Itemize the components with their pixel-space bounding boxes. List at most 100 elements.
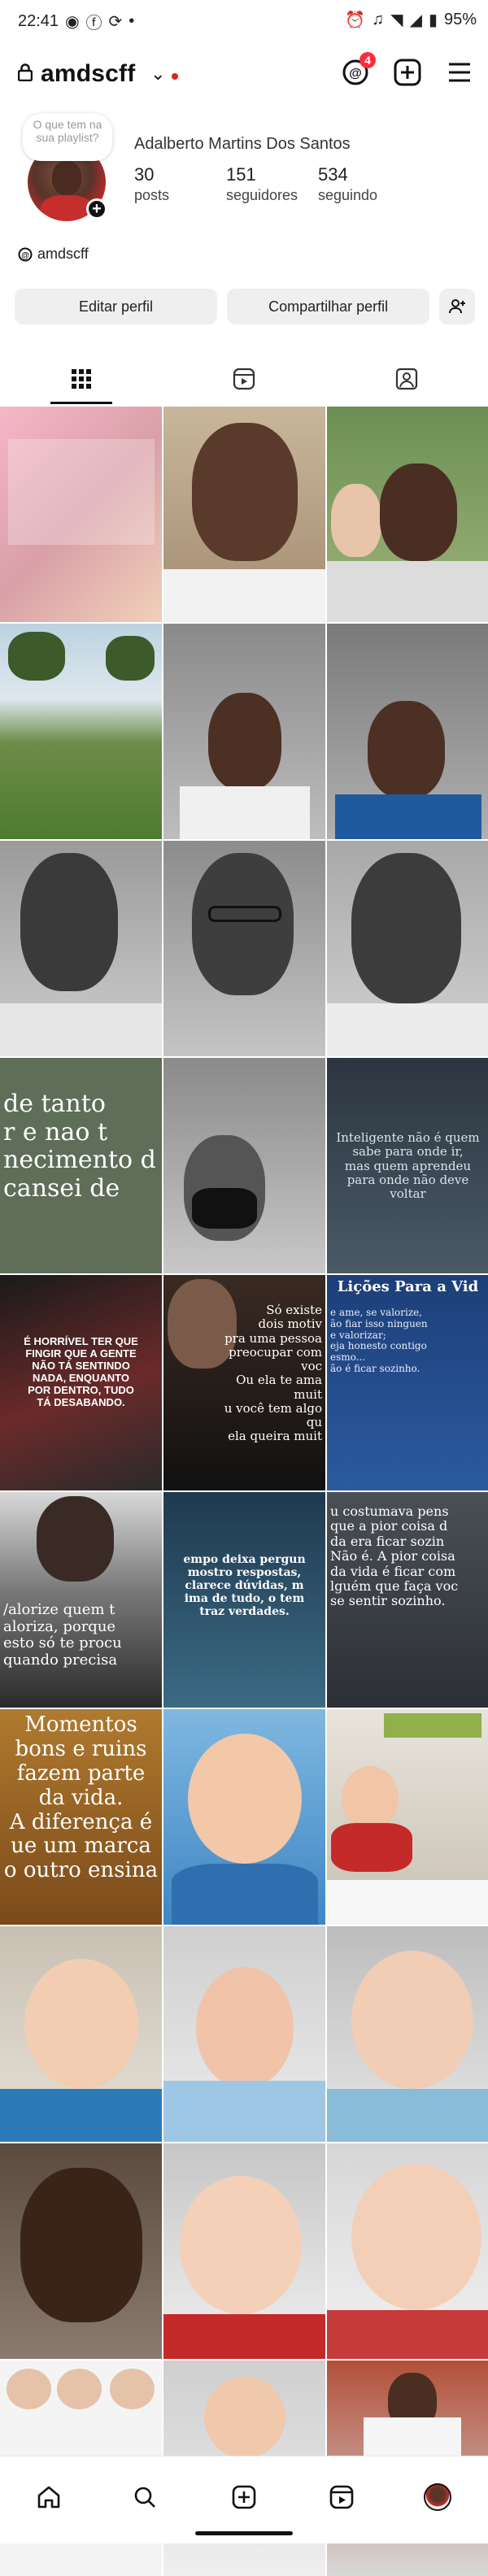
- post-thumbnail[interactable]: [0, 2143, 162, 2359]
- post-text: eja honesto contigo: [330, 1340, 427, 1352]
- stat-posts[interactable]: 30 posts: [134, 164, 226, 204]
- post-text: dois motiv: [258, 1316, 322, 1332]
- post-thumbnail[interactable]: [163, 1058, 325, 1273]
- post-thumbnail[interactable]: Lições Para a Vid e ame, se valorize, ão…: [327, 1275, 488, 1490]
- post-thumbnail[interactable]: É HORRÍVEL TER QUE FINGIR QUE A GENTE NÃ…: [0, 1275, 162, 1490]
- post-text: Ou ela te ama muit: [236, 1373, 322, 1402]
- unread-dot: [172, 73, 178, 80]
- post-thumbnail[interactable]: /alorize quem t aloriza, porque esto só …: [0, 1492, 162, 1708]
- post-text: necimento d: [3, 1146, 156, 1174]
- nav-profile[interactable]: [421, 2481, 454, 2513]
- post-text: da vida.: [38, 1785, 124, 1810]
- post-text: empo deixa pergun: [183, 1553, 306, 1566]
- post-text: mas quem aprendeu: [344, 1158, 472, 1173]
- post-text: preocupar com voc: [229, 1344, 322, 1373]
- post-thumbnail[interactable]: [327, 2143, 488, 2359]
- post-thumbnail[interactable]: [163, 1709, 325, 1925]
- post-text: Inteligente não é quem: [336, 1130, 480, 1145]
- full-name: Adalberto Martins Dos Santos: [134, 135, 351, 153]
- post-text: se sentir sozinho.: [330, 1593, 446, 1609]
- post-text: NÃO TÁ SENTINDO: [32, 1359, 130, 1372]
- post-thumbnail[interactable]: Momentos bons e ruins fazem parte da vid…: [0, 1709, 162, 1925]
- notification-dot-icon: •: [129, 12, 135, 30]
- post-text: u costumava pens: [330, 1503, 449, 1519]
- post-text: É HORRÍVEL TER QUE: [24, 1335, 138, 1347]
- profile-tabs: [0, 354, 488, 404]
- post-thumbnail[interactable]: Só existe dois motiv pra uma pessoa preo…: [163, 1275, 325, 1490]
- status-bar: 22:41 ◉ ⓕ ⟳ • ⏰ ♫ ◥ ◢ ▮ 95%: [0, 0, 488, 41]
- reels-icon: [329, 2485, 354, 2509]
- post-text: u você tem algo qu: [224, 1400, 322, 1429]
- post-text: Momentos: [24, 1712, 137, 1737]
- post-text: r e nao t: [3, 1117, 108, 1147]
- stat-followers[interactable]: 151 seguidores: [226, 164, 318, 204]
- post-text: ue um marca: [11, 1834, 151, 1859]
- post-thumbnail[interactable]: [327, 624, 488, 839]
- post-text: esmo...: [330, 1351, 366, 1364]
- post-thumbnail[interactable]: [163, 1926, 325, 2142]
- lock-icon: [18, 63, 33, 81]
- add-story-button[interactable]: +: [86, 198, 107, 220]
- tab-tagged[interactable]: [325, 354, 488, 404]
- menu-button[interactable]: [444, 57, 475, 88]
- post-text: Só existe: [266, 1303, 322, 1317]
- post-text: bons e ruins: [15, 1736, 147, 1761]
- post-thumbnail[interactable]: [0, 624, 162, 839]
- svg-text:@: @: [349, 67, 362, 80]
- notification-badge: 4: [359, 52, 376, 68]
- create-icon: [232, 2485, 256, 2509]
- post-text: da vida é ficar com: [330, 1563, 456, 1579]
- post-thumbnail[interactable]: [163, 2143, 325, 2359]
- threads-handle: amdscff: [37, 246, 89, 262]
- create-button[interactable]: [392, 57, 423, 88]
- grid-icon: [72, 369, 91, 389]
- post-thumbnail[interactable]: [163, 407, 325, 622]
- post-thumbnail[interactable]: [327, 841, 488, 1056]
- add-person-icon: [449, 299, 466, 314]
- battery-icon: ▮: [428, 11, 438, 29]
- post-thumbnail[interactable]: u costumava pens que a pior coisa d da e…: [327, 1492, 488, 1708]
- post-text: clarece dúvidas, m: [185, 1579, 304, 1593]
- profile-note[interactable]: O que tem na sua playlist?: [23, 114, 112, 161]
- post-text: TÁ DESABANDO.: [37, 1395, 125, 1408]
- alarm-icon: ⏰: [345, 11, 366, 29]
- nav-home[interactable]: [33, 2481, 65, 2513]
- nav-create[interactable]: [228, 2481, 260, 2513]
- home-icon: [37, 2486, 60, 2509]
- stat-following[interactable]: 534 seguindo: [318, 164, 410, 204]
- post-thumbnail[interactable]: [0, 841, 162, 1056]
- post-text: de tanto: [3, 1090, 106, 1118]
- post-text: ão é ficar sozinho.: [330, 1362, 420, 1374]
- post-text: o outro ensina: [3, 1858, 159, 1883]
- post-thumbnail[interactable]: de tanto r e nao t necimento d cansei de: [0, 1058, 162, 1273]
- active-tab-indicator: [50, 402, 112, 404]
- post-thumbnail[interactable]: [163, 624, 325, 839]
- post-thumbnail[interactable]: [163, 841, 325, 1056]
- edit-profile-button[interactable]: Editar perfil: [15, 289, 218, 324]
- tab-reels[interactable]: [163, 354, 325, 404]
- share-profile-button[interactable]: Compartilhar perfil: [227, 289, 430, 324]
- mute-icon: ♫: [372, 11, 385, 28]
- post-text: quando precisa: [3, 1651, 118, 1669]
- tab-posts[interactable]: [0, 354, 163, 404]
- post-thumbnail[interactable]: [327, 1709, 488, 1925]
- chevron-down-icon[interactable]: ⌄: [150, 63, 165, 85]
- post-thumbnail[interactable]: [0, 1926, 162, 2142]
- account-switcher[interactable]: amdscff: [41, 60, 135, 88]
- nav-reels[interactable]: [325, 2481, 358, 2513]
- post-text: A diferença é: [9, 1809, 153, 1834]
- discover-people-button[interactable]: [439, 289, 475, 324]
- post-thumbnail[interactable]: Inteligente não é quem sabe para onde ir…: [327, 1058, 488, 1273]
- status-time: 22:41: [18, 12, 59, 30]
- threads-link[interactable]: @ amdscff: [18, 246, 89, 263]
- wifi-icon: ◥: [390, 11, 403, 29]
- post-thumbnail[interactable]: [327, 1926, 488, 2142]
- svg-text:@: @: [21, 251, 29, 260]
- post-thumbnail[interactable]: empo deixa pergun mostro respostas, clar…: [163, 1492, 325, 1708]
- post-thumbnail[interactable]: [327, 407, 488, 622]
- nav-search[interactable]: [129, 2481, 161, 2513]
- threads-button[interactable]: @ 4: [340, 52, 376, 88]
- profile-header: amdscff ⌄ @ 4: [0, 50, 488, 99]
- post-thumbnail[interactable]: [0, 407, 162, 622]
- profile-section: O que tem na sua playlist? + Adalberto M…: [0, 114, 488, 236]
